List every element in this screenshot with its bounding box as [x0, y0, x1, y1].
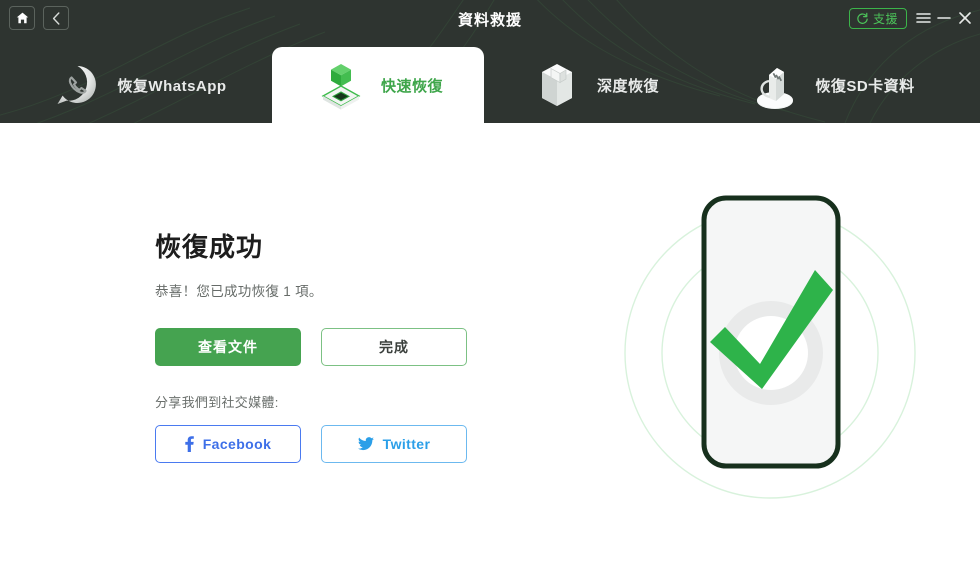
tab-bar: 恢复WhatsApp 快速恢復 深度恢復 恢復SD卡資料 — [0, 47, 980, 123]
page-title: 資料救援 — [457, 12, 522, 29]
facebook-share-button[interactable]: Facebook — [155, 424, 301, 463]
hamburger-menu-icon — [915, 13, 931, 23]
application-window: 資料救援 支援 恢复WhatsApp 快速恢復 深度恢復 恢復SD卡資料 恢復成… — [0, 0, 980, 582]
tab-label: 恢复WhatsApp — [117, 77, 227, 95]
tab-label: 快速恢復 — [380, 77, 443, 95]
action-button-row: 查看文件 完成 — [155, 327, 485, 366]
share-label: 分享我們到社交媒體: — [155, 394, 279, 410]
tab-label: 恢復SD卡資料 — [815, 77, 915, 95]
title-bar: 資料救援 支援 — [0, 0, 980, 36]
open-box-icon — [529, 57, 585, 113]
tab-deep-recovery[interactable]: 深度恢復 — [490, 47, 698, 123]
success-subtext: 恭喜！您已成功恢復 1 項。 — [155, 283, 323, 299]
twitter-bird-icon — [357, 436, 374, 451]
minimize-icon — [937, 17, 951, 19]
refresh-support-icon — [857, 12, 868, 24]
sd-card-reader-icon — [747, 57, 803, 113]
support-button-label: 支援 — [872, 11, 898, 26]
success-panel: 恢復成功 恭喜！您已成功恢復 1 項。 查看文件 完成 分享我們到社交媒體: F… — [155, 233, 485, 463]
facebook-icon — [185, 435, 194, 452]
menu-button[interactable] — [912, 7, 934, 29]
phone-success-checkmark-illustration — [600, 178, 940, 528]
tab-recover-whatsapp[interactable]: 恢复WhatsApp — [18, 47, 258, 123]
facebook-label: Facebook — [202, 435, 272, 452]
tab-quick-recovery[interactable]: 快速恢復 — [272, 47, 484, 123]
twitter-label: Twitter — [382, 435, 431, 452]
app-header: 資料救援 支援 恢复WhatsApp 快速恢復 深度恢復 恢復SD卡資料 — [0, 0, 980, 123]
close-icon — [959, 12, 971, 24]
tab-recover-sd-card[interactable]: 恢復SD卡資料 — [706, 47, 956, 123]
social-share-row: Facebook Twitter — [155, 424, 485, 463]
whatsapp-phone-icon — [49, 57, 105, 113]
tab-label: 深度恢復 — [596, 77, 659, 95]
finish-button[interactable]: 完成 — [321, 327, 467, 366]
close-button[interactable] — [954, 7, 976, 29]
support-button[interactable]: 支援 — [848, 8, 907, 29]
main-content: 恢復成功 恭喜！您已成功恢復 1 項。 查看文件 完成 分享我們到社交媒體: F… — [0, 123, 980, 582]
green-cube-icon — [313, 57, 369, 113]
minimize-button[interactable] — [933, 7, 955, 29]
success-headline: 恢復成功 — [155, 232, 264, 262]
view-files-button[interactable]: 查看文件 — [155, 327, 301, 366]
twitter-share-button[interactable]: Twitter — [321, 424, 467, 463]
